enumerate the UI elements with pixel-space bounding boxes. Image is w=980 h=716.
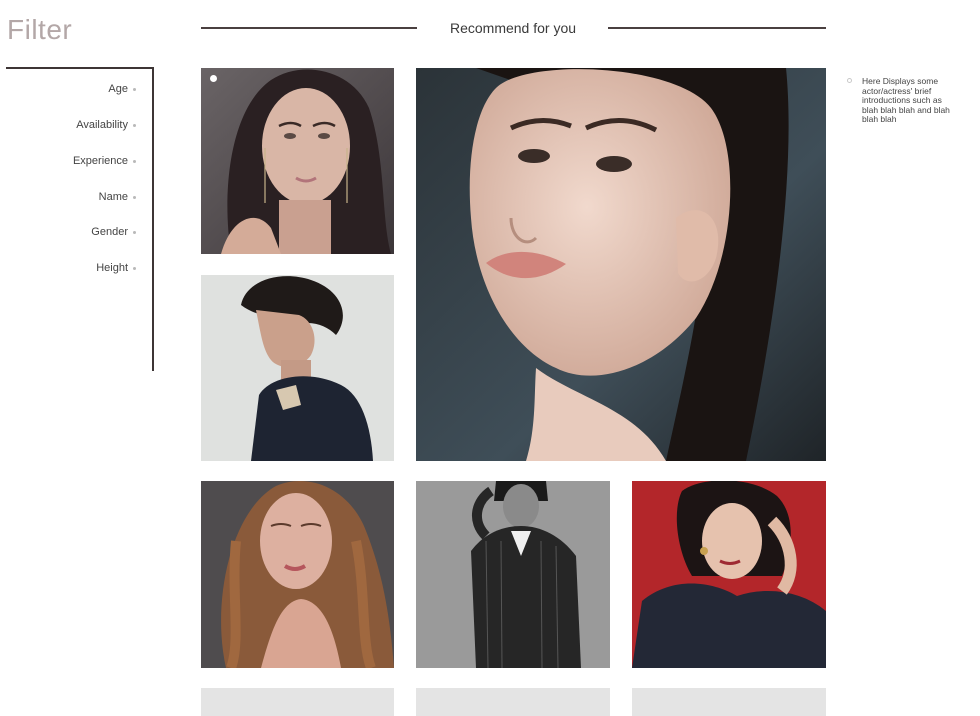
profile-placeholder-3[interactable]: [632, 688, 826, 716]
filter-label: Name: [98, 191, 128, 203]
filter-gender[interactable]: Gender: [91, 226, 136, 238]
profile-placeholder-1[interactable]: [201, 688, 394, 716]
filter-height[interactable]: Height: [96, 262, 136, 274]
bullet-icon: [133, 267, 136, 270]
profile-photo-3[interactable]: [201, 481, 394, 668]
bullet-icon: [847, 78, 852, 83]
bullet-icon: [133, 231, 136, 234]
profile-placeholder-2[interactable]: [416, 688, 610, 716]
page: Filter Age Availability Experience Name …: [0, 0, 980, 716]
profile-photo-4[interactable]: [416, 481, 610, 668]
filter-label: Height: [96, 262, 128, 274]
filter-label: Experience: [72, 155, 128, 167]
profile-photo-5[interactable]: [632, 481, 826, 668]
filter-availability[interactable]: Availability: [76, 119, 136, 131]
portrait-image: [416, 68, 826, 461]
header-divider-left: [201, 27, 417, 29]
filter-title: Filter: [7, 14, 73, 45]
bullet-icon: [133, 88, 136, 91]
profile-intro-text: Here Displays some actor/actress' brief …: [862, 76, 950, 124]
profile-info-panel: Here Displays some actor/actress' brief …: [847, 76, 959, 125]
profile-photo-2[interactable]: [201, 275, 394, 461]
bullet-icon: [133, 196, 136, 199]
filter-label: Age: [108, 83, 128, 95]
header-divider-right: [608, 27, 826, 29]
portrait-image: [416, 481, 610, 668]
bullet-icon: [133, 124, 136, 127]
filter-label: Gender: [91, 226, 128, 238]
filter-age[interactable]: Age: [108, 83, 136, 95]
portrait-image: [632, 481, 826, 668]
filter-name[interactable]: Name: [98, 191, 136, 203]
recommend-title: Recommend for you: [449, 20, 577, 36]
filter-experience[interactable]: Experience: [72, 155, 136, 167]
filter-panel: Age Availability Experience Name Gender …: [6, 67, 154, 371]
featured-profile-photo[interactable]: [416, 68, 826, 461]
portrait-image: [201, 68, 394, 254]
selected-indicator-icon: [210, 75, 217, 82]
filter-label: Availability: [76, 119, 128, 131]
portrait-image: [201, 481, 394, 668]
profile-photo-1[interactable]: [201, 68, 394, 254]
bullet-icon: [133, 160, 136, 163]
portrait-image: [201, 275, 394, 461]
